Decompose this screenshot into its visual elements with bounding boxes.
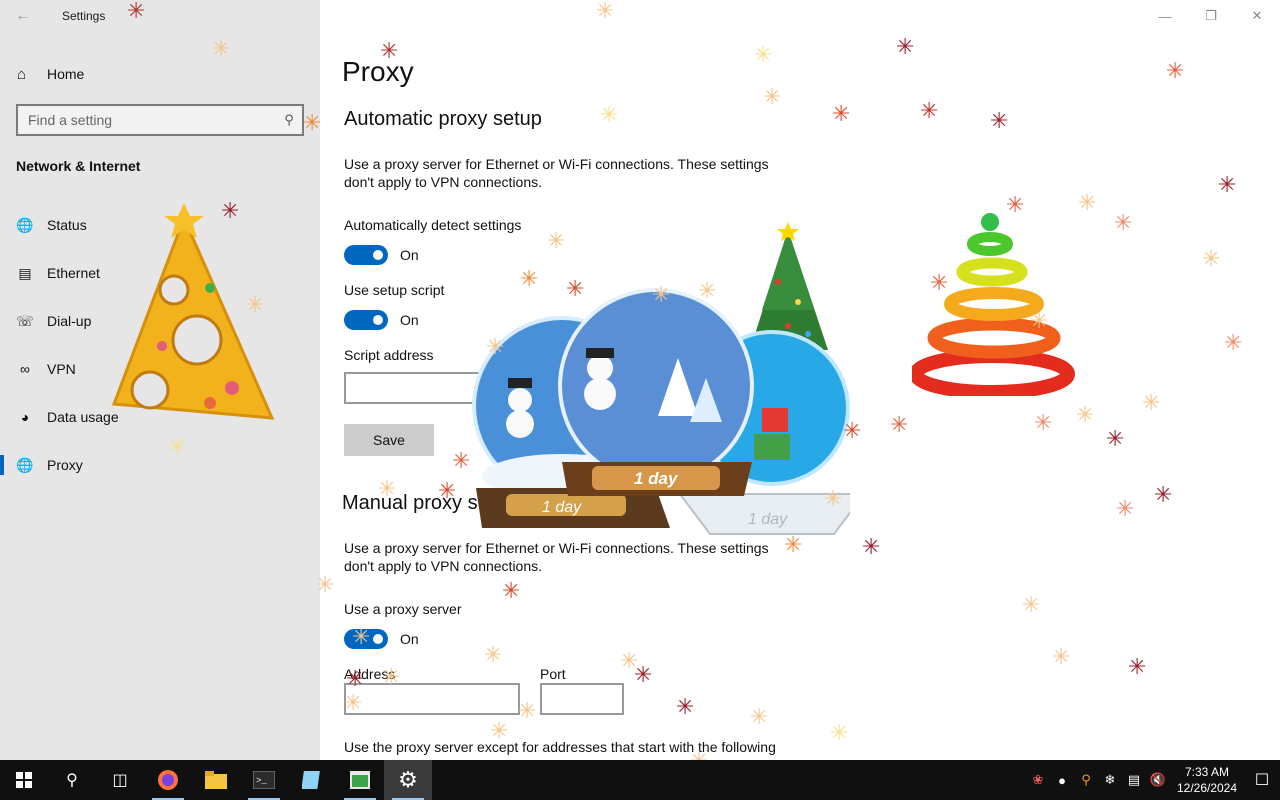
- sidebar-item-dialup[interactable]: ☏ Dial-up: [0, 297, 320, 345]
- minimize-button[interactable]: —: [1142, 0, 1188, 32]
- manual-proxy-heading: Manual proxy setup: [342, 492, 517, 514]
- task-view-button[interactable]: ◫: [96, 760, 144, 800]
- network-icon[interactable]: ▤: [1122, 760, 1146, 800]
- search-taskbar-icon: ⚲: [66, 772, 78, 789]
- globe-status-icon: 🌐: [16, 216, 34, 233]
- minimize-icon: —: [1158, 8, 1172, 24]
- volume-muted-icon[interactable]: 🔇: [1146, 760, 1170, 800]
- firefox-icon: [158, 770, 178, 790]
- sidebar-item-ethernet[interactable]: ▤ Ethernet: [0, 249, 320, 297]
- address-label: Address: [344, 666, 396, 682]
- taskbar: ⚲ ◫ >_ ⚙ ❀ ● ⚲ ❄ ▤ 🔇 7:33 AM 12/26/2024 …: [0, 760, 1280, 800]
- script-address-label: Script address: [344, 347, 434, 363]
- restore-button[interactable]: ❐: [1188, 0, 1234, 32]
- notification-icon: ☐: [1254, 772, 1270, 789]
- windows-logo-icon: [16, 772, 32, 788]
- sidebar-item-status[interactable]: 🌐 Status: [0, 201, 320, 249]
- port-input[interactable]: [540, 683, 624, 715]
- use-proxy-state: On: [400, 631, 419, 647]
- search-icon[interactable]: ⚲: [276, 112, 302, 128]
- nav-list: 🌐 Status ▤ Ethernet ☏ Dial-up ∞ VPN ◕ Da…: [0, 201, 320, 489]
- sidebar-item-proxy[interactable]: 🌐 Proxy: [0, 441, 320, 489]
- file-explorer-button[interactable]: [192, 760, 240, 800]
- clock[interactable]: 7:33 AM 12/26/2024: [1170, 764, 1244, 796]
- home-icon: ⌂: [17, 65, 27, 83]
- nav-home[interactable]: ⌂ Home: [0, 58, 320, 90]
- use-proxy-label: Use a proxy server: [344, 601, 462, 617]
- auto-proxy-description: Use a proxy server for Ethernet or Wi-Fi…: [344, 156, 769, 190]
- address-input[interactable]: [344, 683, 520, 715]
- use-proxy-row: On: [344, 629, 419, 649]
- settings-app-icon: [350, 771, 370, 789]
- sidebar-item-label: Status: [47, 217, 87, 233]
- sidebar-item-vpn[interactable]: ∞ VPN: [0, 345, 320, 393]
- save-button[interactable]: Save: [344, 424, 434, 456]
- restore-icon: ❐: [1205, 8, 1217, 23]
- detect-settings-toggle[interactable]: [344, 245, 388, 265]
- setup-script-toggle[interactable]: [344, 310, 388, 330]
- title-bar-left: ← Settings: [0, 0, 320, 32]
- sidebar-item-label: Data usage: [47, 409, 119, 425]
- back-button[interactable]: ←: [0, 0, 46, 32]
- manual-proxy-description: Use a proxy server for Ethernet or Wi-Fi…: [344, 540, 769, 574]
- detect-settings-label: Automatically detect settings: [344, 217, 522, 233]
- vpn-icon: ∞: [20, 361, 30, 377]
- tray-search-icon[interactable]: ⚲: [1074, 760, 1098, 800]
- navigation-pane: ← Settings ⌂ Home ⚲ Network & Internet 🌐…: [0, 0, 320, 760]
- dialup-icon: ☏: [16, 312, 34, 329]
- setup-script-row: On: [344, 310, 419, 330]
- ethernet-icon: ▤: [18, 264, 32, 281]
- close-button[interactable]: ✕: [1234, 0, 1280, 32]
- sidebar-item-label: Ethernet: [47, 265, 100, 281]
- setup-script-label: Use setup script: [344, 282, 445, 298]
- search-input[interactable]: [18, 112, 276, 128]
- sidebar-item-label: VPN: [47, 361, 76, 377]
- tray-drop-icon[interactable]: ●: [1050, 760, 1074, 800]
- use-proxy-toggle[interactable]: [344, 629, 388, 649]
- content-pane: — ❐ ✕ Proxy Automatic proxy setup Use a …: [320, 0, 1280, 760]
- sidebar-item-data-usage[interactable]: ◕ Data usage: [0, 393, 320, 441]
- proxy-globe-icon: 🌐: [16, 456, 34, 473]
- file-explorer-icon: [205, 771, 227, 789]
- task-view-icon: ◫: [112, 772, 128, 789]
- detect-settings-state: On: [400, 247, 419, 263]
- tray-snowflake-icon[interactable]: ❄: [1098, 760, 1122, 800]
- script-address-input[interactable]: [344, 372, 614, 404]
- system-tray: ❀ ● ⚲ ❄ ▤ 🔇 7:33 AM 12/26/2024 ☐: [1026, 760, 1280, 800]
- nav-home-label: Home: [47, 66, 85, 82]
- notepad-icon: [302, 771, 320, 789]
- notepad-button[interactable]: [288, 760, 336, 800]
- clock-time: 7:33 AM: [1184, 765, 1230, 779]
- back-arrow-icon: ←: [15, 7, 31, 24]
- exceptions-description: Use the proxy server except for addresse…: [344, 739, 776, 755]
- svg-text:>_: >_: [256, 776, 267, 786]
- settings-gear-button[interactable]: ⚙: [384, 760, 432, 800]
- section-heading: Network & Internet: [16, 158, 141, 174]
- app-title: Settings: [62, 9, 106, 23]
- settings-app-button[interactable]: [336, 760, 384, 800]
- detect-settings-row: On: [344, 245, 419, 265]
- data-usage-icon: ◕: [20, 409, 30, 425]
- firefox-button[interactable]: [144, 760, 192, 800]
- page-title: Proxy: [342, 56, 414, 87]
- setup-script-state: On: [400, 312, 419, 328]
- sidebar-item-label: Dial-up: [47, 313, 92, 329]
- terminal-button[interactable]: >_: [240, 760, 288, 800]
- clock-date: 12/26/2024: [1176, 781, 1238, 795]
- window-controls: — ❐ ✕: [1142, 0, 1280, 32]
- auto-proxy-heading: Automatic proxy setup: [344, 108, 542, 130]
- port-label: Port: [540, 666, 566, 682]
- search-taskbar-button[interactable]: ⚲: [48, 760, 96, 800]
- search-box[interactable]: ⚲: [16, 104, 304, 136]
- notification-center-button[interactable]: ☐: [1244, 760, 1280, 800]
- settings-gear-icon: ⚙: [398, 767, 418, 792]
- tray-app-icon[interactable]: ❀: [1026, 760, 1050, 800]
- close-icon: ✕: [1251, 8, 1263, 23]
- sidebar-item-label: Proxy: [47, 457, 83, 473]
- start-button[interactable]: [0, 760, 48, 800]
- terminal-icon: >_: [253, 771, 275, 789]
